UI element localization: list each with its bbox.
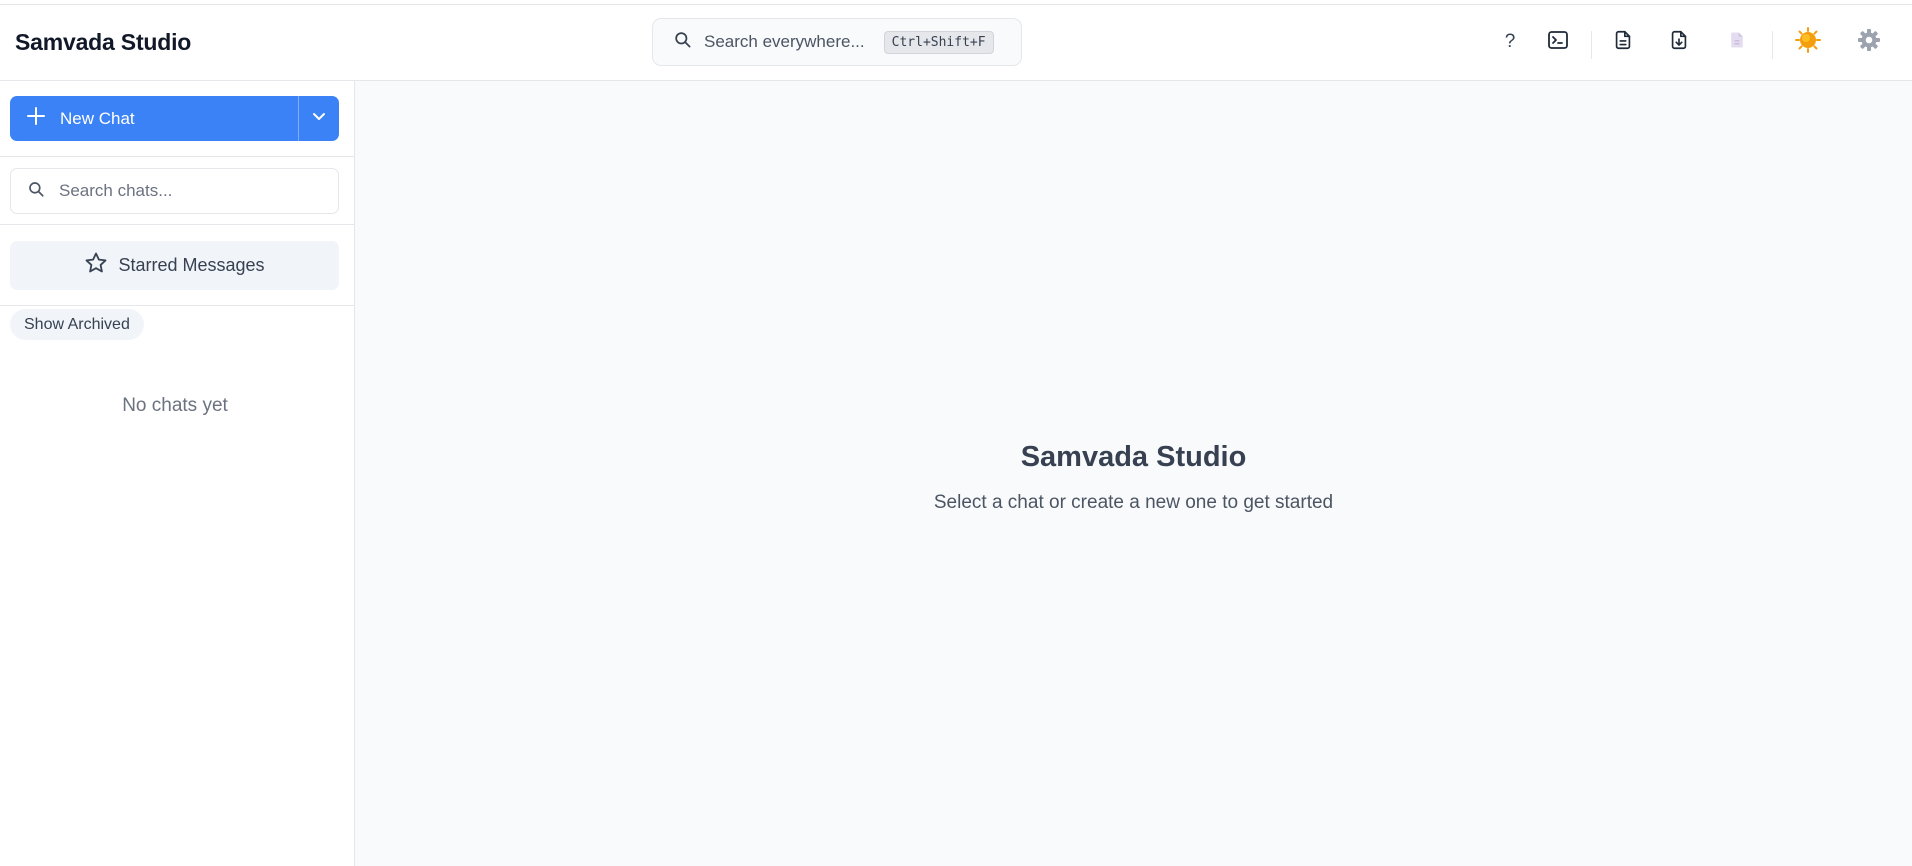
document-disabled-icon (1727, 28, 1747, 57)
plus-icon (26, 106, 46, 131)
app-title: Samvada Studio (15, 29, 192, 55)
star-icon (84, 251, 108, 280)
top-bar: Samvada Studio Search everywhere... Ctrl… (0, 5, 1912, 81)
search-shortcut-hint: Ctrl+Shift+F (883, 30, 994, 54)
starred-messages-button[interactable]: Starred Messages (10, 241, 339, 290)
global-search-button[interactable]: Search everywhere... Ctrl+Shift+F (652, 18, 1022, 66)
theme-toggle-button[interactable] (1793, 26, 1823, 59)
header-separator (1772, 31, 1773, 59)
search-icon (27, 180, 45, 203)
chat-search-box (10, 168, 339, 214)
welcome-subtitle: Select a chat or create a new one to get… (933, 492, 1334, 513)
new-chat-group: New Chat (10, 96, 339, 141)
new-chat-button[interactable]: New Chat (10, 96, 298, 141)
main-content: Samvada Studio Select a chat or create a… (355, 81, 1912, 866)
sidebar-divider (0, 224, 355, 225)
global-search-label: Search everywhere... (704, 32, 865, 51)
document-button[interactable] (1608, 27, 1638, 57)
sidebar: New Chat Starred Messages Show Archived … (0, 81, 355, 866)
header-separator (1591, 31, 1592, 59)
search-icon (673, 30, 692, 54)
new-chat-label: New Chat (60, 108, 135, 128)
terminal-button[interactable] (1543, 27, 1573, 57)
welcome-title: Samvada Studio (1020, 441, 1247, 473)
settings-button[interactable] (1854, 27, 1884, 57)
starred-messages-label: Starred Messages (118, 255, 265, 275)
document-icon (1612, 28, 1634, 57)
show-archived-button[interactable]: Show Archived (10, 309, 144, 340)
sidebar-divider (0, 156, 355, 157)
terminal-icon (1546, 28, 1570, 57)
export-document-button[interactable] (1664, 27, 1694, 57)
document-download-icon (1668, 28, 1690, 57)
help-icon: ? (1504, 31, 1516, 52)
sidebar-divider (0, 305, 355, 306)
sun-theme-icon (1794, 26, 1822, 59)
new-chat-options-button[interactable] (298, 96, 339, 141)
gear-icon (1856, 27, 1882, 58)
empty-chats-message: No chats yet (122, 395, 228, 416)
chevron-down-icon (311, 108, 327, 129)
chat-search-input[interactable] (59, 181, 319, 201)
disabled-document-button[interactable] (1722, 27, 1752, 57)
help-button[interactable]: ? (1495, 27, 1525, 57)
